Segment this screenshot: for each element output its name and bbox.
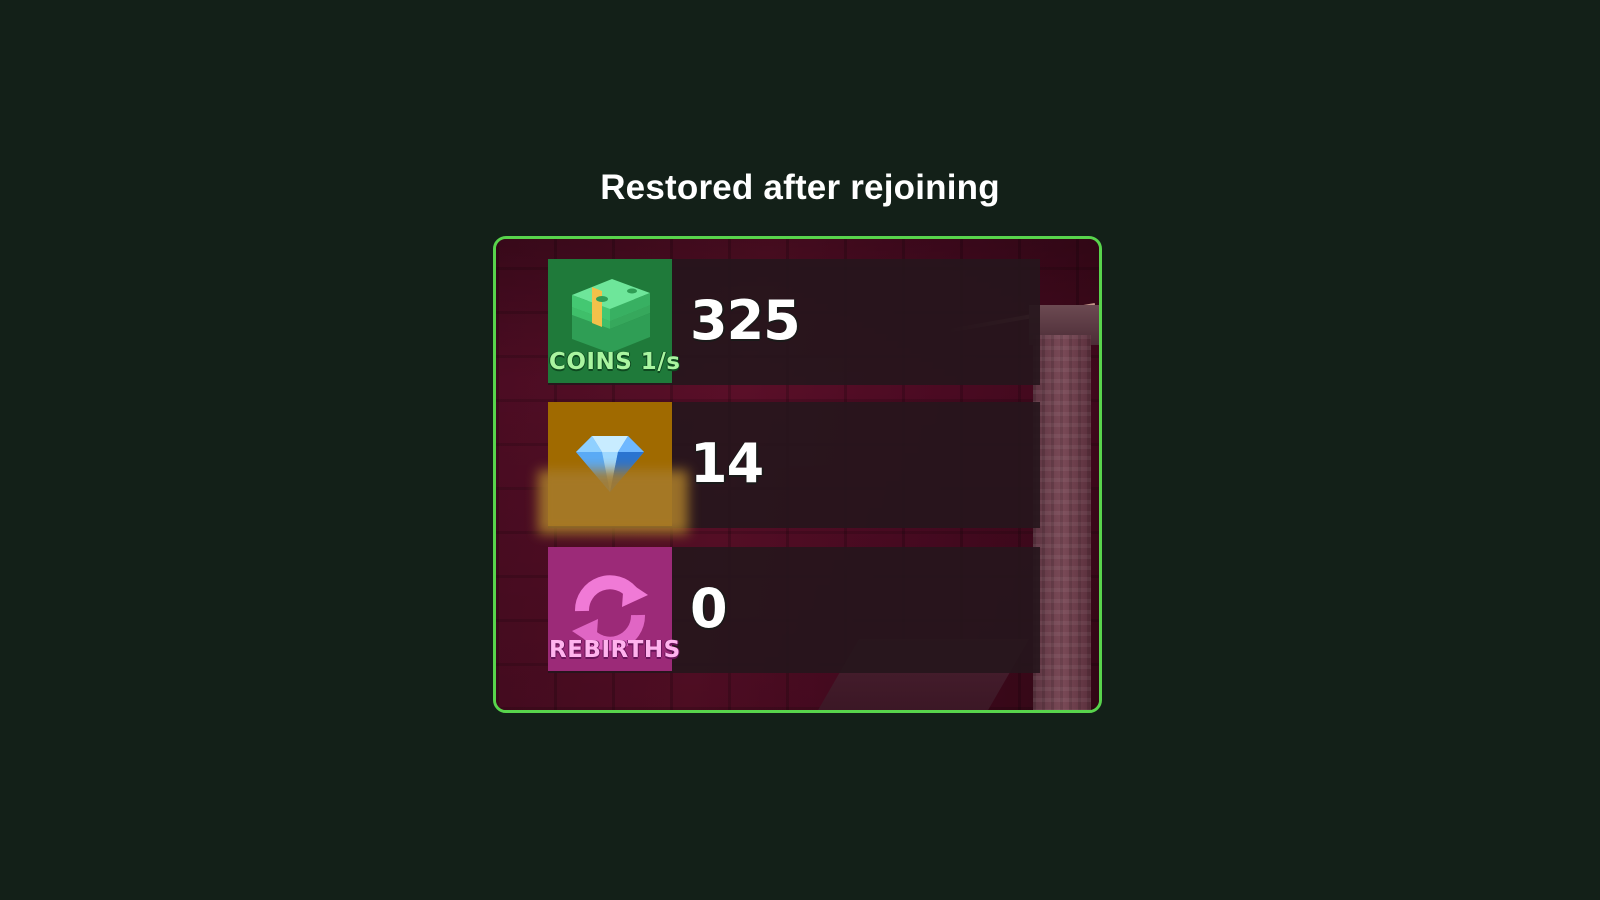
coins-icon-tile: COINS 1/s [548, 259, 680, 383]
background-pillar [1033, 335, 1091, 710]
game-hud-frame: COINS 1/s 325 14 REBIRTHS 0 [493, 236, 1102, 713]
gems-label-blurred [538, 470, 688, 534]
gems-stat-row: 14 [538, 402, 1040, 534]
cash-stack-icon [572, 279, 650, 353]
screenshot-caption: Restored after rejoining [600, 168, 1000, 207]
coins-value: 325 [690, 289, 801, 352]
coins-label: COINS 1/s [549, 349, 681, 375]
rebirths-stat-row: REBIRTHS 0 [548, 547, 1040, 673]
rebirths-value: 0 [690, 577, 728, 640]
rebirths-label: REBIRTHS [549, 637, 681, 663]
gems-icon-tile [538, 402, 688, 534]
rebirths-icon-tile: REBIRTHS [548, 547, 680, 671]
gems-value: 14 [690, 432, 764, 495]
coins-stat-row: COINS 1/s 325 [548, 259, 1040, 385]
